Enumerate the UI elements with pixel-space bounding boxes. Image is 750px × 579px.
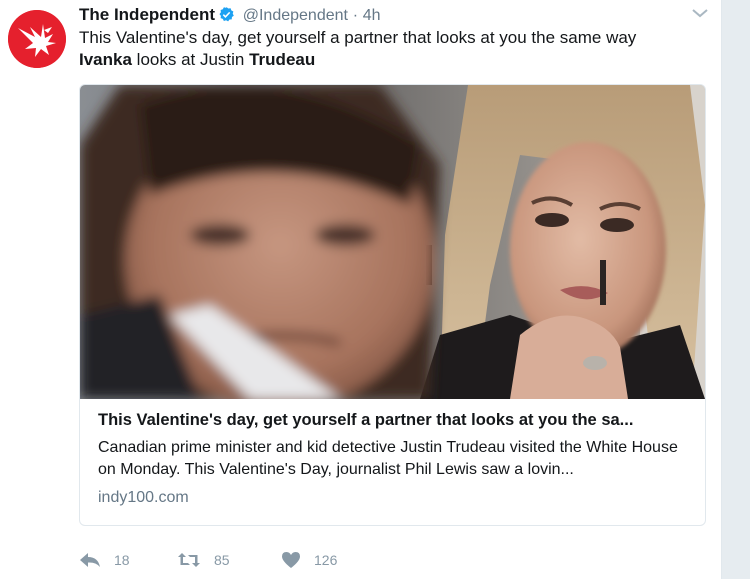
reply-icon (80, 553, 100, 567)
tweet-text-mid: looks at Justin (131, 50, 250, 69)
chevron-down-icon[interactable] (690, 6, 710, 20)
retweet-icon (178, 553, 200, 567)
tweet-text: This Valentine's day, get yourself a par… (79, 27, 704, 71)
heart-icon (282, 552, 300, 568)
author-handle[interactable]: @Independent (243, 7, 348, 24)
like-count: 126 (314, 552, 338, 568)
card-title: This Valentine's day, get yourself a par… (98, 411, 634, 429)
card-domain: indy100.com (98, 489, 189, 506)
card-image (80, 85, 705, 399)
link-card[interactable]: This Valentine's day, get yourself a par… (79, 84, 706, 526)
card-body: This Valentine's day, get yourself a par… (98, 409, 693, 508)
tweet-text-bold-trudeau: Trudeau (249, 50, 316, 69)
eagle-logo-icon (8, 10, 66, 68)
tweet-text-line1: This Valentine's day, get yourself a par… (79, 28, 637, 47)
page-right-rail (721, 0, 750, 579)
reply-count: 18 (114, 552, 130, 568)
header-separator: · (352, 7, 359, 24)
like-button[interactable]: 126 (281, 548, 337, 572)
card-description: Canadian prime minister and kid detectiv… (98, 439, 678, 478)
retweet-button[interactable]: 85 (177, 548, 230, 572)
verified-badge-icon (218, 6, 235, 28)
retweet-count: 85 (214, 552, 230, 568)
tweet-header: The Independent @Independent · 4h (79, 5, 690, 25)
reply-button[interactable]: 18 (79, 548, 130, 572)
tweet-timestamp[interactable]: 4h (363, 7, 381, 24)
tweet-text-bold-ivanka: Ivanka (79, 50, 132, 69)
avatar[interactable] (8, 10, 66, 68)
author-name[interactable]: The Independent (79, 5, 215, 24)
